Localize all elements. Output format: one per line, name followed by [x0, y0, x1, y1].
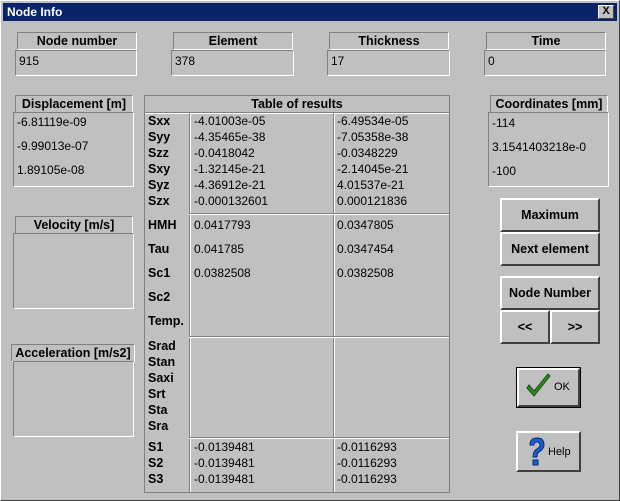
displacement-label: Displacement [m]: [15, 95, 133, 113]
displacement-pane: -6.81119e-09 -9.99013e-07 1.89105e-08: [13, 112, 134, 187]
syz-c1: -4.36912e-21: [194, 178, 266, 192]
coordinate-z: -100: [492, 164, 517, 178]
next-element-button[interactable]: Next element: [500, 232, 600, 266]
row-label-saxi: Saxi: [148, 371, 174, 385]
close-icon[interactable]: X: [598, 5, 614, 19]
row-label-szx: Szx: [148, 194, 170, 208]
time-field: 0: [484, 50, 606, 76]
time-label: Time: [486, 32, 606, 50]
row-label-srt: Srt: [148, 387, 166, 401]
time-value: 0: [488, 54, 495, 68]
s1-c1: -0.0139481: [194, 440, 255, 454]
title-bar[interactable]: Node Info X: [3, 3, 617, 21]
node-number-value: 915: [19, 54, 40, 68]
displacement-x: -6.81119e-09: [17, 115, 87, 129]
maximum-button[interactable]: Maximum: [500, 198, 600, 232]
hmh-c2: 0.0347805: [337, 218, 394, 232]
sxy-c1: -1.32145e-21: [194, 162, 266, 176]
velocity-pane: [13, 233, 134, 309]
row-label-syy: Syy: [148, 130, 171, 144]
coordinate-y: 3.1541403218e-0: [492, 140, 587, 154]
syz-c2: 4.01537e-21: [337, 178, 405, 192]
element-value: 378: [175, 54, 196, 68]
row-label-szz: Szz: [148, 146, 169, 160]
row-label-stan: Stan: [148, 355, 176, 369]
next-element-button-label: Next element: [511, 242, 589, 256]
coordinates-label: Coordinates [mm]: [490, 95, 608, 113]
hmh-c1: 0.0417793: [194, 218, 251, 232]
next-node-button[interactable]: >>: [550, 310, 600, 344]
sxy-c2: -2.14045e-21: [337, 162, 409, 176]
s3-c1: -0.0139481: [194, 472, 255, 486]
row-label-temp: Temp.: [148, 314, 184, 328]
ok-button[interactable]: OK: [516, 367, 581, 408]
results-table-title: Table of results: [145, 96, 449, 112]
checkmark-icon: [526, 373, 551, 397]
thickness-value: 17: [331, 54, 345, 68]
s1-c2: -0.0116293: [337, 440, 397, 454]
acceleration-label: Acceleration [m/s2]: [11, 344, 135, 362]
ok-button-label: OK: [554, 381, 570, 393]
window-title: Node Info: [7, 5, 63, 19]
szz-c1: -0.0418042: [194, 146, 255, 160]
thickness-field: 17: [327, 50, 450, 76]
s3-c2: -0.0116293: [337, 472, 397, 486]
row-label-hmh: HMH: [148, 218, 177, 232]
node-info-window: Node Info X Node number 915 Element 378 …: [0, 0, 620, 501]
next-node-button-label: >>: [567, 320, 583, 334]
results-table: Table of results Sxx -4.01003e-05 -6.495…: [144, 95, 450, 493]
szx-c2: 0.000121836: [337, 194, 408, 208]
node-number-label: Node number: [17, 32, 137, 50]
node-number-button-label: Node Number: [509, 286, 591, 300]
szz-c2: -0.0348229: [337, 146, 398, 160]
displacement-z: 1.89105e-08: [17, 163, 85, 177]
help-question-icon: [529, 437, 545, 466]
szx-c1: -0.000132601: [194, 194, 269, 208]
help-button-label: Help: [548, 446, 571, 458]
row-label-sta: Sta: [148, 403, 168, 417]
row-label-syz: Syz: [148, 178, 170, 192]
row-label-s3: S3: [148, 472, 164, 486]
row-label-sc2: Sc2: [148, 290, 171, 304]
row-label-s2: S2: [148, 456, 164, 470]
coordinates-pane: -114 3.1541403218e-0 -100: [488, 112, 609, 187]
row-label-s1: S1: [148, 440, 164, 454]
s2-c2: -0.0116293: [337, 456, 397, 470]
row-label-sc1: Sc1: [148, 266, 171, 280]
help-button[interactable]: Help: [516, 431, 581, 472]
displacement-y: -9.99013e-07: [17, 139, 89, 153]
sxx-c1: -4.01003e-05: [194, 114, 266, 128]
velocity-label: Velocity [m/s]: [15, 216, 133, 234]
node-number-field: 915: [15, 50, 137, 76]
thickness-label: Thickness: [329, 32, 449, 50]
tau-c2: 0.0347454: [337, 242, 394, 256]
row-label-tau: Tau: [148, 242, 170, 256]
maximum-button-label: Maximum: [521, 208, 579, 222]
row-label-srad: Srad: [148, 339, 176, 353]
previous-node-button-label: <<: [517, 320, 533, 334]
sc1-c2: 0.0382508: [337, 266, 394, 280]
s2-c1: -0.0139481: [194, 456, 255, 470]
sc1-c1: 0.0382508: [194, 266, 251, 280]
row-label-sra: Sra: [148, 419, 169, 433]
sxx-c2: -6.49534e-05: [337, 114, 409, 128]
syy-c2: -7.05358e-38: [337, 130, 409, 144]
syy-c1: -4.35465e-38: [194, 130, 266, 144]
tau-c1: 0.041785: [194, 242, 245, 256]
acceleration-pane: [13, 361, 134, 437]
element-label: Element: [173, 32, 293, 50]
previous-node-button[interactable]: <<: [500, 310, 550, 344]
coordinate-x: -114: [492, 116, 516, 130]
row-label-sxy: Sxy: [148, 162, 171, 176]
row-label-sxx: Sxx: [148, 114, 171, 128]
node-number-button[interactable]: Node Number: [500, 276, 600, 310]
element-field: 378: [171, 50, 294, 76]
